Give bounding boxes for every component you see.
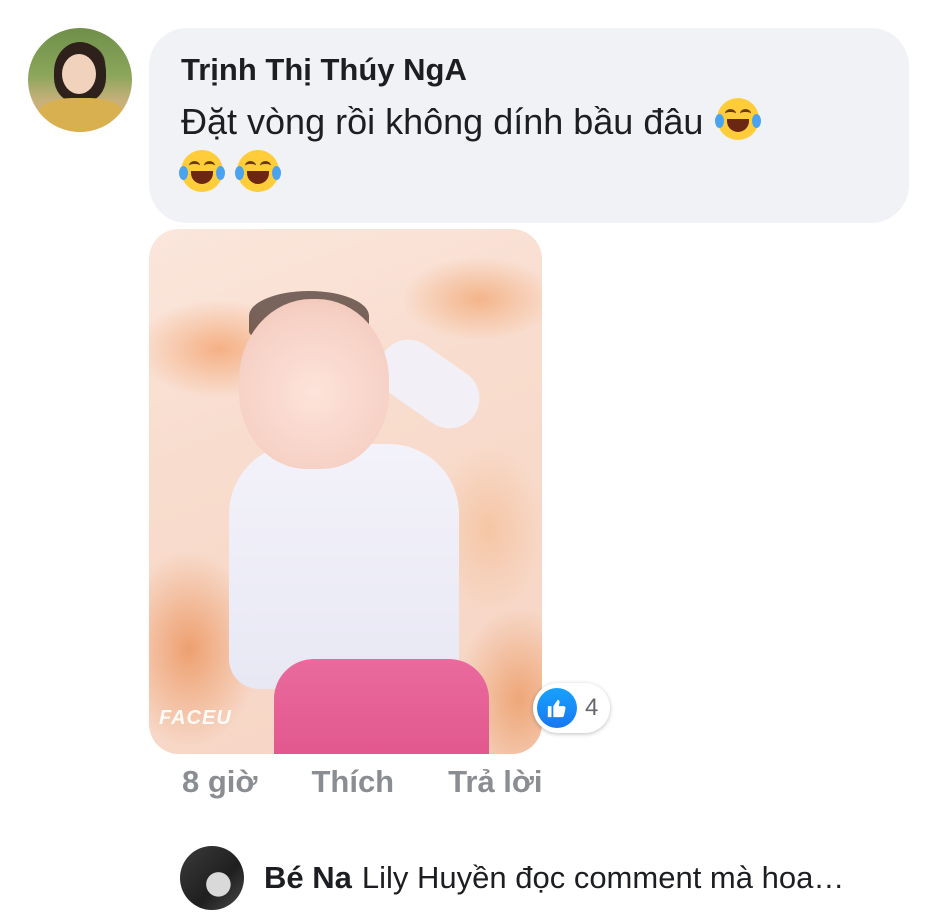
photo-watermark: FACEU [159, 707, 232, 729]
commenter-avatar[interactable] [28, 28, 132, 132]
reply-avatar[interactable] [180, 846, 244, 910]
photo-baby-head [239, 299, 389, 469]
avatar-face [62, 54, 96, 94]
thumbs-up-icon [537, 688, 577, 728]
laughing-tears-emoji-icon [235, 150, 282, 192]
like-button[interactable]: Thích [311, 764, 394, 800]
comment-text: Đặt vòng rồi không dính bầu đâu [179, 96, 861, 200]
reaction-count: 4 [585, 694, 599, 721]
reply-text: Lily Huyền đọc comment mà hoa… [361, 860, 845, 895]
comment-text-content: Đặt vòng rồi không dính bầu đâu [181, 101, 704, 142]
comment-actions: 8 giờ Thích Trả lời [182, 760, 543, 804]
laughing-tears-emoji-icon [715, 98, 762, 140]
reply-preview[interactable]: Bé Na Lily Huyền đọc comment mà hoa… [180, 846, 844, 910]
comment-time[interactable]: 8 giờ [182, 764, 257, 800]
reply-button[interactable]: Trả lời [448, 764, 542, 800]
comment-bubble: Trịnh Thị Thúy NgA Đặt vòng rồi không dí… [149, 28, 909, 223]
comment-author[interactable]: Trịnh Thị Thúy NgA [181, 50, 877, 90]
avatar-shirt [36, 98, 126, 132]
comment-photo[interactable]: FACEU [149, 229, 542, 754]
reply-author[interactable]: Bé Na [264, 860, 352, 896]
photo-baby-body [229, 444, 459, 689]
photo-baby-pants [274, 659, 489, 754]
laughing-tears-emoji-icon [179, 150, 225, 192]
reaction-summary[interactable]: 4 [533, 683, 611, 733]
